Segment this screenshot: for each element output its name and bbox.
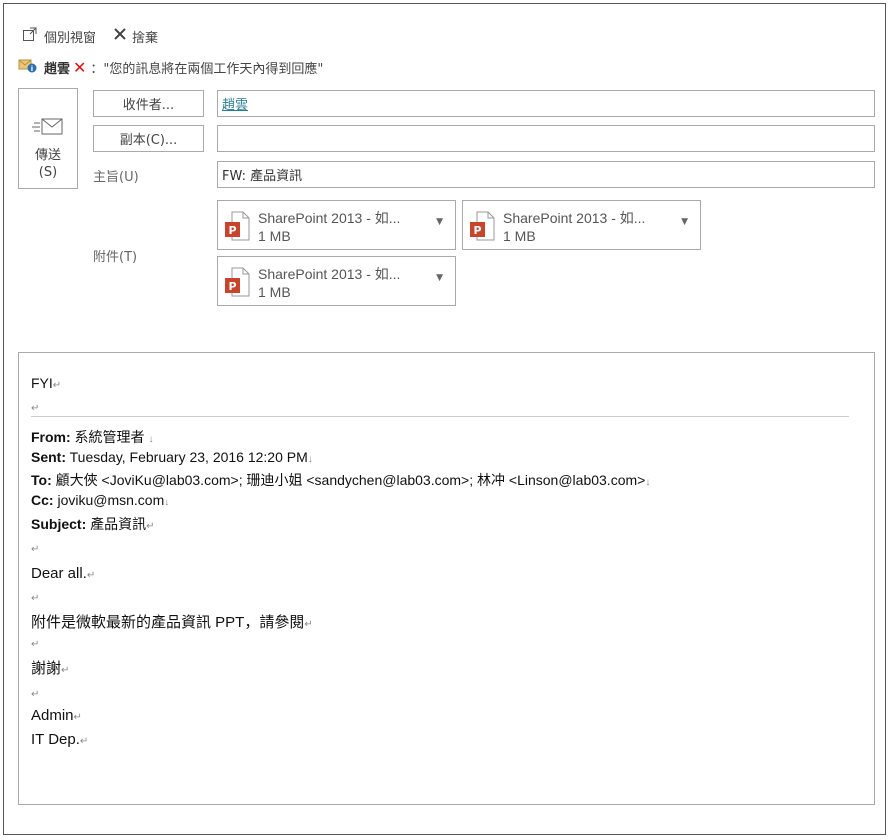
- svg-text:P: P: [228, 280, 236, 293]
- body-greeting: Dear all.↵: [31, 565, 96, 582]
- powerpoint-icon: P: [469, 211, 495, 245]
- powerpoint-icon: P: [224, 267, 250, 301]
- attachment-size: 1 MB: [258, 284, 291, 300]
- send-icon: [32, 117, 64, 141]
- chevron-down-icon[interactable]: ▼: [436, 273, 443, 283]
- body-blank: ↵: [31, 689, 40, 700]
- send-button[interactable]: 傳送 (S): [18, 88, 78, 189]
- svg-text:P: P: [228, 224, 236, 237]
- remove-icon[interactable]: ✕: [73, 58, 86, 77]
- attachment-item[interactable]: P SharePoint 2013 - 如... 1 MB ▼: [217, 256, 456, 306]
- attachment-name: SharePoint 2013 - 如...: [258, 266, 401, 282]
- header-to: To: 顧大俠 <JoviKu@lab03.com>; 珊迪小姐 <sandyc…: [31, 472, 651, 488]
- mail-tip-message: ："您的訊息將在兩個工作天內得到回應": [90, 61, 324, 77]
- attachment-size: 1 MB: [503, 228, 536, 244]
- attachments-label: 附件(T): [93, 250, 138, 265]
- subject-field[interactable]: FW: 產品資訊: [217, 161, 875, 188]
- subject-label: 主旨(U): [93, 170, 139, 185]
- discard-button[interactable]: 捨棄: [114, 27, 158, 46]
- popout-icon: [22, 26, 38, 46]
- header-from: From: 系統管理者 ↓: [31, 429, 154, 445]
- attachment-item[interactable]: P SharePoint 2013 - 如... 1 MB ▼: [217, 200, 456, 250]
- mail-tip-recipient: 趙雲: [44, 61, 71, 77]
- svg-text:i: i: [31, 65, 33, 73]
- popout-button[interactable]: 個別視窗: [22, 26, 96, 46]
- body-content: 附件是微軟最新的產品資訊 PPT，請參閱↵: [31, 614, 313, 631]
- header-sent: Sent: Tuesday, February 23, 2016 12:20 P…: [31, 449, 313, 465]
- body-fyi: FYI↵: [31, 375, 62, 391]
- chevron-down-icon[interactable]: ▼: [436, 217, 443, 227]
- body-signature-dept: IT Dep.↵: [31, 731, 89, 748]
- body-thanks: 謝謝↵: [31, 660, 70, 677]
- divider: [31, 416, 849, 417]
- mail-tip-bar: i 趙雲 ✕ ："您的訊息將在兩個工作天內得到回應": [18, 57, 324, 77]
- close-icon: [114, 28, 126, 44]
- to-recipient-link[interactable]: 趙雲: [222, 94, 248, 113]
- svg-text:P: P: [473, 224, 481, 237]
- body-signature-name: Admin↵: [31, 707, 82, 724]
- body-blank: ↵: [31, 639, 40, 650]
- attachment-name: SharePoint 2013 - 如...: [258, 210, 401, 226]
- body-blank: ↵: [31, 593, 40, 604]
- body-blank: ↵: [31, 403, 40, 414]
- message-body[interactable]: [18, 352, 875, 805]
- cc-button[interactable]: 副本(C)...: [93, 125, 204, 152]
- to-button[interactable]: 收件者...: [93, 90, 204, 117]
- to-field[interactable]: 趙雲: [217, 90, 875, 117]
- cc-field[interactable]: [217, 125, 875, 152]
- body-blank: ↵: [31, 544, 40, 555]
- popout-label: 個別視窗: [44, 30, 97, 46]
- header-subject: Subject: 產品資訊↵: [31, 516, 155, 532]
- mail-tip-icon: i: [18, 57, 38, 77]
- attachment-size: 1 MB: [258, 228, 291, 244]
- attachment-item[interactable]: P SharePoint 2013 - 如... 1 MB ▼: [462, 200, 701, 250]
- attachment-name: SharePoint 2013 - 如...: [503, 210, 646, 226]
- discard-label: 捨棄: [132, 30, 159, 46]
- compose-toolbar: 個別視窗 捨棄: [22, 26, 158, 46]
- powerpoint-icon: P: [224, 211, 250, 245]
- send-label: 傳送 (S): [34, 148, 61, 180]
- header-cc: Cc: joviku@msn.com↓: [31, 492, 170, 508]
- chevron-down-icon[interactable]: ▼: [681, 217, 688, 227]
